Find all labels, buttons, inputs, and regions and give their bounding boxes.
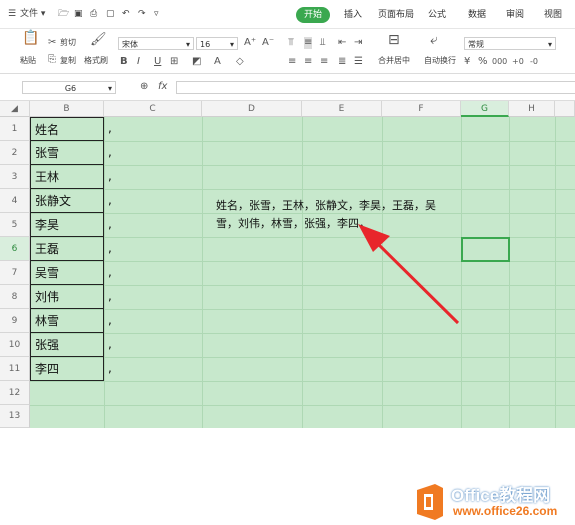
row-header[interactable]: 9 <box>0 309 30 333</box>
tab-insert[interactable]: 插入 <box>344 7 362 23</box>
align-middle-icon[interactable]: ≡ <box>304 37 313 49</box>
font-size-select[interactable]: 16 ▾ <box>196 37 238 50</box>
row-header[interactable]: 3 <box>0 165 30 189</box>
ribbon-home: 📋 粘贴 ✂ 剪切 ⎘ 复制 🖌 格式刷 宋体 ▾ 16 ▾ A⁺ A⁻ B I U… <box>0 29 575 74</box>
decrease-indent-icon[interactable]: ⇤ <box>338 37 346 49</box>
formula-bar: G6 ▾ ⊕ fx <box>0 74 575 101</box>
select-all-corner[interactable]: ◢ <box>0 101 30 117</box>
redo-icon[interactable]: ↷ <box>138 6 146 22</box>
row-header[interactable]: 8 <box>0 285 30 309</box>
title-bar: ☰ 文件 ▾ 🗁 ▣ ⎙ ▢ ↶ ↷ ▿ 开始 插入 页面布局 公式 数据 审阅… <box>0 0 575 29</box>
watermark-url: www.office26.com <box>453 504 558 518</box>
italic-icon[interactable]: I <box>137 56 140 68</box>
clear-icon[interactable]: ◇ <box>236 56 244 68</box>
number-format-select[interactable]: 常规 ▾ <box>464 37 556 50</box>
tab-formulas[interactable]: 公式 <box>428 7 446 23</box>
cut-button[interactable]: 剪切 <box>60 37 76 49</box>
office-logo-icon <box>417 484 443 520</box>
formula-input[interactable] <box>176 81 575 94</box>
row-header[interactable]: 2 <box>0 141 30 165</box>
tab-review[interactable]: 审阅 <box>506 7 524 23</box>
red-arrow-annotation <box>358 224 460 325</box>
underline-icon[interactable]: U <box>154 56 161 68</box>
percent-icon[interactable]: % <box>478 56 488 68</box>
row-header[interactable]: 10 <box>0 333 30 357</box>
merge-icon[interactable]: ⊟ <box>388 33 400 47</box>
justify-icon[interactable]: ≣ <box>338 56 346 68</box>
row-header[interactable]: 11 <box>0 357 30 381</box>
sheet-area[interactable]: 姓名 张雪 王林 张静文 李昊 王磊 吴雪 刘伟 林雪 张强 李四 , , , … <box>30 117 575 428</box>
tab-home[interactable]: 开始 <box>296 7 331 23</box>
row-header[interactable]: 1 <box>0 117 30 141</box>
format-painter-button[interactable]: 格式刷 <box>84 55 108 67</box>
merge-center-button[interactable]: 合并居中 <box>378 55 410 67</box>
font-name-select[interactable]: 宋体 ▾ <box>118 37 194 50</box>
align-top-icon[interactable]: ⫪ <box>288 37 294 49</box>
col-header-e[interactable]: E <box>302 101 382 117</box>
font-shrink-icon[interactable]: A⁻ <box>262 37 274 49</box>
fx-icon[interactable]: fx <box>158 81 167 93</box>
row-header[interactable]: 12 <box>0 381 30 405</box>
col-header-c[interactable]: C <box>104 101 202 117</box>
align-left-icon[interactable]: ≡ <box>288 56 296 68</box>
copy-button[interactable]: 复制 <box>60 55 76 67</box>
row-header[interactable]: 5 <box>0 213 30 237</box>
col-header-f[interactable]: F <box>382 101 461 117</box>
menu-icon[interactable]: ☰ <box>8 6 16 22</box>
print-icon[interactable]: ⎙ <box>90 6 97 22</box>
row-header[interactable]: 7 <box>0 261 30 285</box>
wrap-icon[interactable]: ⤶ <box>430 33 438 47</box>
col-header-b[interactable]: B <box>30 101 104 117</box>
align-center-icon[interactable]: ≡ <box>304 56 312 68</box>
format-painter-icon[interactable]: 🖌 <box>90 33 107 46</box>
quick-access-more-icon[interactable]: ▿ <box>154 6 159 22</box>
distributed-icon[interactable]: ☰ <box>354 56 363 68</box>
currency-icon[interactable]: ¥ <box>464 56 470 68</box>
tab-view[interactable]: 视图 <box>544 7 562 23</box>
paste-button[interactable]: 粘贴 <box>20 55 36 67</box>
font-grow-icon[interactable]: A⁺ <box>244 37 256 49</box>
row-header-selected[interactable]: 6 <box>0 237 30 261</box>
thousands-icon[interactable]: 000 <box>492 56 507 68</box>
border-icon[interactable]: ⊞ <box>170 56 178 68</box>
bold-icon[interactable]: B <box>120 56 128 68</box>
undo-icon[interactable]: ↶ <box>122 6 130 22</box>
copy-icon[interactable]: ⎘ <box>48 54 56 66</box>
row-header[interactable]: 4 <box>0 189 30 213</box>
col-header-extra[interactable] <box>555 101 575 117</box>
col-header-g[interactable]: G <box>461 101 509 117</box>
increase-decimal-icon[interactable]: +0 <box>512 56 524 68</box>
wrap-text-button[interactable]: 自动换行 <box>424 55 456 67</box>
file-menu[interactable]: 文件 ▾ <box>20 6 45 22</box>
save-icon[interactable]: ▣ <box>74 6 83 22</box>
align-bottom-icon[interactable]: ⫫ <box>320 37 326 49</box>
zoom-icon[interactable]: ⊕ <box>140 81 148 93</box>
font-color-icon[interactable]: A <box>214 56 221 68</box>
tab-data[interactable]: 数据 <box>468 7 486 23</box>
col-header-d[interactable]: D <box>202 101 302 117</box>
scissors-icon[interactable]: ✂ <box>48 37 56 49</box>
decrease-decimal-icon[interactable]: -0 <box>530 56 538 68</box>
spreadsheet-grid: ◢ B C D E F G H 1 2 3 4 5 6 7 8 9 10 11 … <box>0 101 575 520</box>
watermark-title: Office教程网 <box>451 486 551 505</box>
office26-watermark: Office教程网 www.office26.com <box>411 479 575 525</box>
name-box[interactable]: G6 ▾ <box>22 81 116 94</box>
preview-icon[interactable]: ▢ <box>106 6 115 22</box>
col-header-h[interactable]: H <box>509 101 555 117</box>
increase-indent-icon[interactable]: ⇥ <box>354 37 362 49</box>
align-right-icon[interactable]: ≡ <box>320 56 328 68</box>
paste-icon[interactable]: 📋 <box>22 31 39 45</box>
row-header[interactable]: 13 <box>0 405 30 428</box>
open-icon[interactable]: 🗁 <box>58 6 69 22</box>
fill-color-icon[interactable]: ◩ <box>192 56 201 68</box>
tab-page-layout[interactable]: 页面布局 <box>378 7 414 23</box>
